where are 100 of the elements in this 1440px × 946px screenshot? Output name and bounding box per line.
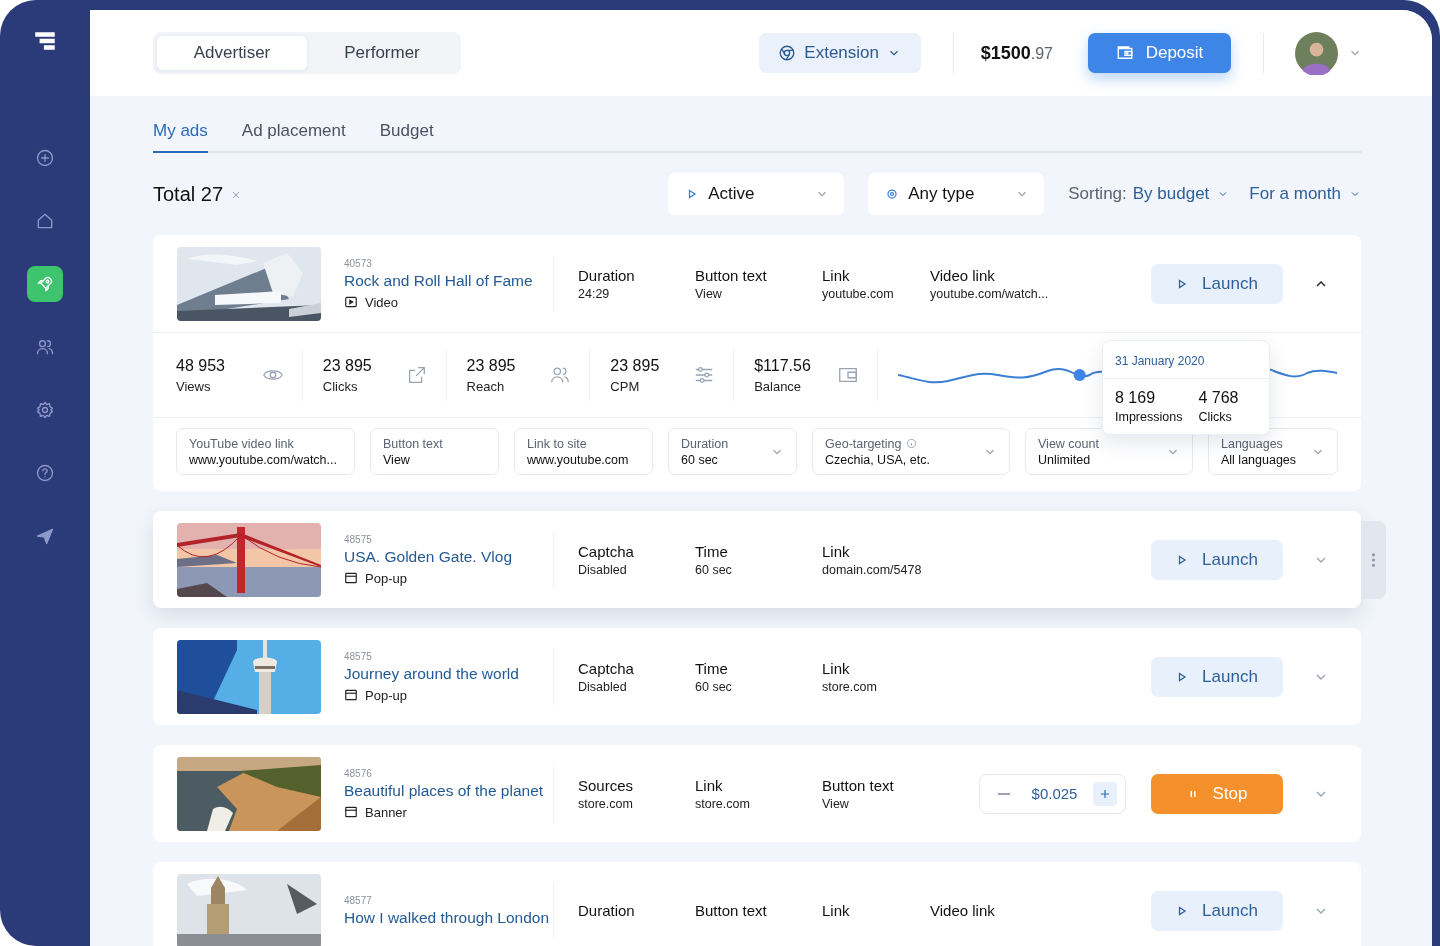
plus-button[interactable]: [1093, 781, 1117, 806]
dropdown-field[interactable]: Geo-targeting Czechia, USA, etc.: [812, 428, 1010, 475]
field-value: Unlimited: [1038, 452, 1092, 467]
avatar[interactable]: [1295, 31, 1338, 75]
field-value: All languages: [1221, 452, 1298, 467]
wallet-icon: [1115, 44, 1134, 62]
window-icon: [344, 571, 358, 585]
field-value: View: [822, 796, 850, 811]
ad-title[interactable]: USA. Golden Gate. Vlog: [344, 547, 512, 566]
stat-value: 23 895: [322, 356, 373, 375]
ad-id: 40573: [344, 257, 372, 269]
field-value: store.com: [695, 796, 751, 811]
field-value: Disabled: [578, 679, 628, 694]
target-icon: [886, 188, 899, 200]
field-label: Time: [695, 542, 729, 560]
launch-button[interactable]: Launch: [1151, 539, 1283, 580]
field-label: Link: [822, 266, 851, 284]
video-icon: [344, 295, 358, 309]
field-label: Duration: [578, 902, 636, 919]
field-value: View: [695, 286, 723, 301]
field-value: youtube.com: [822, 286, 895, 301]
window-icon: [344, 688, 358, 702]
tab[interactable]: Budget: [379, 118, 434, 153]
field-value: store.com: [822, 679, 878, 694]
more-icon: [1371, 551, 1376, 569]
field-label: Button text: [822, 776, 895, 794]
field-label: Link: [822, 542, 851, 560]
role-tab[interactable]: Performer: [307, 36, 457, 70]
price-value: $0.025: [1031, 785, 1078, 802]
browser-icon: [778, 44, 797, 62]
tooltip-value: 8 169: [1115, 389, 1157, 407]
launch-button[interactable]: Launch: [1151, 890, 1283, 931]
ad-type: Pop-up: [365, 687, 407, 703]
text-field[interactable]: Button text View: [370, 428, 499, 475]
field-label: Duration: [578, 266, 636, 284]
field-label: Video link: [930, 266, 996, 284]
launch-button[interactable]: Launch: [1151, 263, 1283, 304]
ad-title[interactable]: Rock and Roll Hall of Fame: [344, 271, 533, 290]
minus-icon: [998, 792, 1010, 795]
tab[interactable]: Ad placement: [241, 118, 346, 153]
tab[interactable]: My ads: [153, 118, 208, 153]
launch-button[interactable]: Launch: [1151, 656, 1283, 697]
ad-title[interactable]: How I walked through London: [344, 908, 550, 927]
sorting-dropdown[interactable]: By budget: [1132, 184, 1230, 204]
role-tab[interactable]: Advertiser: [157, 36, 307, 70]
dropdown-field[interactable]: Duration 60 sec: [668, 428, 797, 475]
field-label: Link: [822, 902, 851, 919]
field-label: Button text: [695, 266, 768, 284]
field-value: store.com: [578, 796, 634, 811]
field-label: Link: [822, 659, 851, 677]
field-label: Button text: [695, 902, 768, 919]
stat-value: 23 895: [466, 356, 517, 375]
field-label: Geo-targeting: [825, 436, 902, 451]
ad-title[interactable]: Journey around the world: [344, 664, 519, 683]
deposit-button[interactable]: Deposit: [1088, 33, 1231, 73]
field-label: Link to site: [527, 436, 587, 451]
ad-type: Banner: [365, 804, 407, 820]
field-value: youtube.com/watch...: [930, 286, 1049, 301]
extension-button[interactable]: Extension: [758, 33, 921, 73]
stat-label: Clicks: [322, 378, 359, 394]
ad-id: 48576: [344, 767, 372, 779]
sorting-label: Sorting:: [1068, 184, 1127, 204]
field-label: Languages: [1221, 436, 1283, 451]
tooltip-value: 4 768: [1198, 389, 1239, 407]
text-field[interactable]: YouTube video link www.youtube.com/watch...: [176, 428, 355, 475]
type-dropdown[interactable]: Any type: [868, 173, 1045, 215]
ad-title[interactable]: Beautiful places of the planet: [344, 781, 544, 800]
field-value: Czechia, USA, etc.: [825, 452, 931, 467]
field-value: domain.com/5478: [822, 562, 923, 577]
field-label: Duration: [681, 436, 729, 451]
field-value: View: [383, 452, 411, 467]
field-value: Disabled: [578, 562, 628, 577]
stat-label: CPM: [610, 378, 641, 394]
field-value: www.youtube.com/watch...: [189, 452, 338, 467]
info-icon: [906, 438, 918, 449]
ad-id: 48575: [344, 650, 372, 662]
field-label: Link: [695, 776, 724, 794]
status-dropdown[interactable]: Active: [668, 173, 845, 215]
field-value: 60 sec: [695, 562, 733, 577]
period-dropdown[interactable]: For a month: [1249, 184, 1361, 204]
field-value: 60 sec: [681, 452, 719, 467]
stat-value: 48 953: [176, 356, 226, 375]
ad-id: 48577: [344, 894, 372, 906]
text-field[interactable]: Link to site www.youtube.com: [514, 428, 653, 475]
field-label: YouTube video link: [189, 436, 294, 451]
stat-value: $117.56: [754, 356, 812, 375]
stat-label: Reach: [466, 378, 506, 394]
ad-type: Pop-up: [365, 570, 407, 586]
tooltip-label: Impressions: [1115, 410, 1183, 424]
field-label: Time: [695, 659, 729, 677]
field-value: 60 sec: [695, 679, 733, 694]
field-label: View count: [1038, 436, 1099, 451]
balance-amount: $1500.97: [980, 42, 1053, 64]
ad-id: 48575: [344, 533, 372, 545]
stat-value: 23 895: [610, 356, 661, 375]
field-value: 24:29: [578, 286, 611, 301]
total-count: Total 27: [153, 182, 224, 206]
rocket-icon[interactable]: [27, 266, 63, 302]
field-label: Sources: [578, 776, 635, 794]
field-label: Video link: [930, 902, 995, 919]
